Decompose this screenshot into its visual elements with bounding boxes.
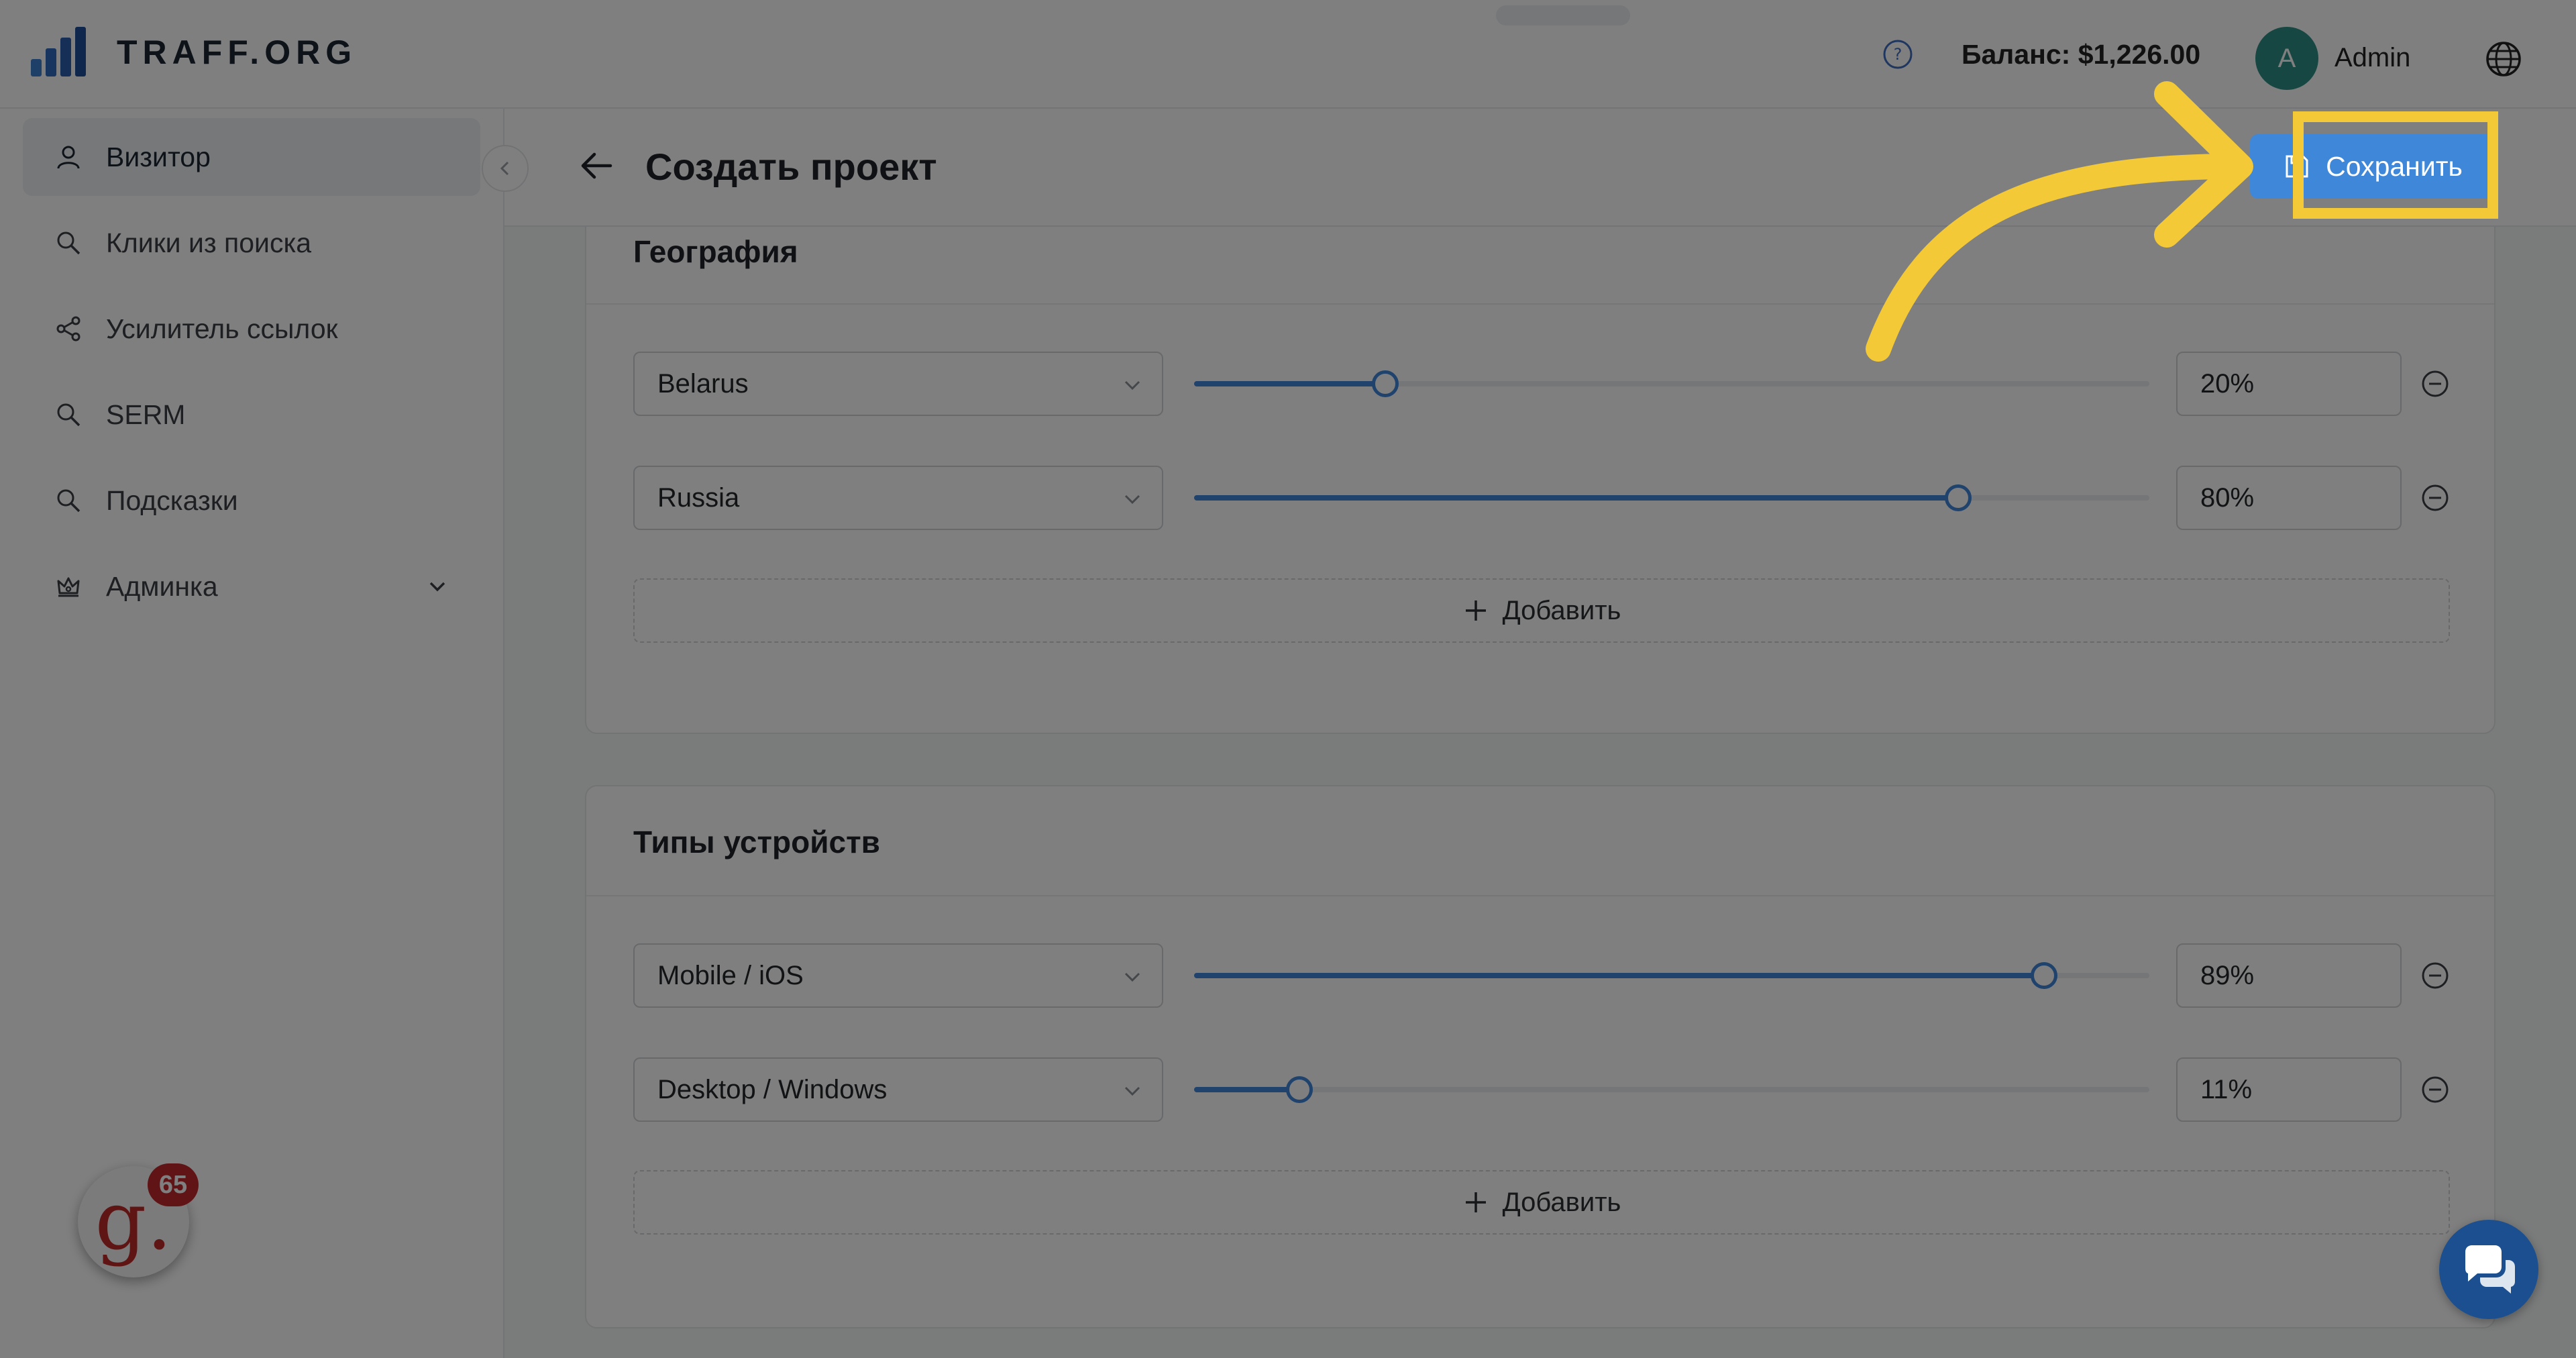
remove-circle-icon[interactable] [2420, 483, 2450, 513]
save-button[interactable]: Сохранить [2250, 134, 2496, 199]
geo-row: Russia [633, 466, 2450, 530]
slider-fill [1194, 381, 1385, 386]
chevron-left-icon [500, 161, 509, 176]
bar-chart-logo-icon [31, 27, 86, 76]
search-icon [57, 489, 80, 513]
slider-handle[interactable] [1945, 484, 1972, 511]
slider-fill [1194, 973, 2045, 978]
chevron-down-icon [1124, 494, 1140, 505]
select-value: Belarus [657, 368, 749, 399]
page-title: Создать проект [645, 146, 937, 188]
select-value: Desktop / Windows [657, 1074, 888, 1104]
card-divider [586, 303, 2494, 305]
sidebar-item-suggestions[interactable]: Подсказки [23, 462, 480, 539]
search-icon [57, 403, 80, 427]
share-icon [56, 316, 80, 342]
brand-name: TRAFF.ORG [117, 34, 358, 71]
sidebar-item-label: Админка [106, 570, 218, 602]
slider-handle[interactable] [1371, 370, 1399, 397]
geography-title: География [633, 234, 798, 269]
device-types-card: Типы устройств Mobile / iOS Desktop / Wi… [585, 785, 2496, 1328]
chat-icon [2465, 1245, 2515, 1294]
remove-circle-icon[interactable] [2420, 1075, 2450, 1104]
card-divider [586, 895, 2494, 896]
device-row: Mobile / iOS [633, 943, 2450, 1008]
device-types-title: Типы устройств [633, 825, 880, 859]
back-arrow-icon[interactable] [578, 148, 614, 184]
remove-circle-icon[interactable] [2420, 369, 2450, 399]
country-select[interactable]: Russia [633, 466, 1163, 530]
svg-text:?: ? [1894, 45, 1902, 64]
search-icon [57, 231, 80, 255]
slider-handle[interactable] [1285, 1076, 1313, 1103]
sidebar-item-serm[interactable]: SERM [23, 376, 480, 454]
device-select[interactable]: Mobile / iOS [633, 943, 1163, 1008]
geo-row: Belarus [633, 352, 2450, 416]
sidebar-item-label: SERM [106, 399, 186, 430]
chevron-down-icon [1124, 380, 1140, 390]
globe-icon[interactable] [2485, 40, 2522, 78]
avatar[interactable]: A [2255, 27, 2318, 90]
sidebar-item-visitor[interactable]: Визитор [23, 118, 480, 196]
help-icon[interactable]: ? [1882, 39, 1913, 70]
crown-icon [57, 577, 80, 597]
user-icon [57, 146, 80, 169]
percent-slider[interactable] [1194, 943, 2149, 1008]
remove-circle-icon[interactable] [2420, 961, 2450, 990]
add-device-button[interactable]: Добавить [633, 1170, 2450, 1235]
grammar-widget-badge: 65 [148, 1163, 199, 1206]
select-value: Russia [657, 482, 740, 513]
device-select[interactable]: Desktop / Windows [633, 1057, 1163, 1122]
sidebar-item-label: Усилитель ссылок [106, 313, 338, 344]
sidebar-item-link-booster[interactable]: Усилитель ссылок [23, 290, 480, 368]
percent-input[interactable] [2176, 352, 2402, 416]
save-icon [2286, 155, 2308, 178]
select-value: Mobile / iOS [657, 960, 804, 990]
percent-slider[interactable] [1194, 352, 2149, 416]
add-country-button[interactable]: Добавить [633, 578, 2450, 643]
slider-fill [1194, 1087, 1299, 1092]
add-button-label: Добавить [1502, 1187, 1621, 1217]
top-hint-bar [1496, 5, 1630, 25]
save-button-label: Сохранить [2326, 150, 2463, 182]
plus-icon [1465, 600, 1486, 621]
brand-logo[interactable]: TRAFF.ORG [30, 24, 357, 81]
sidebar-item-label: Визитор [106, 141, 211, 172]
balance-text: Баланс: $1,226.00 [1962, 39, 2201, 70]
percent-input[interactable] [2176, 943, 2402, 1008]
add-button-label: Добавить [1502, 595, 1621, 625]
sidebar: Визитор Клики из поиска Усилитель ссылок… [0, 109, 504, 1358]
chevron-down-icon [1124, 972, 1140, 982]
percent-input[interactable] [2176, 466, 2402, 530]
slider-fill [1194, 495, 1959, 501]
sidebar-item-search-clicks[interactable]: Клики из поиска [23, 204, 480, 282]
slider-handle[interactable] [2031, 962, 2058, 989]
top-header: TRAFF.ORG ? Баланс: $1,226.00 A Admin [0, 0, 2576, 109]
chevron-down-icon [429, 582, 445, 592]
chat-button[interactable] [2439, 1220, 2538, 1319]
sidebar-item-label: Подсказки [106, 484, 238, 516]
percent-slider[interactable] [1194, 1057, 2149, 1122]
percent-input[interactable] [2176, 1057, 2402, 1122]
chevron-down-icon [1124, 1086, 1140, 1096]
geography-card: География Belarus Russia [585, 168, 2496, 734]
sidebar-collapse-button[interactable] [482, 145, 529, 192]
slider-track [1194, 1087, 2149, 1092]
percent-slider[interactable] [1194, 466, 2149, 530]
plus-icon [1465, 1192, 1486, 1212]
sidebar-item-label: Клики из поиска [106, 227, 312, 258]
country-select[interactable]: Belarus [633, 352, 1163, 416]
sidebar-item-admin[interactable]: Админка [23, 547, 480, 625]
device-row: Desktop / Windows [633, 1057, 2450, 1122]
user-name[interactable]: Admin [2334, 43, 2410, 73]
